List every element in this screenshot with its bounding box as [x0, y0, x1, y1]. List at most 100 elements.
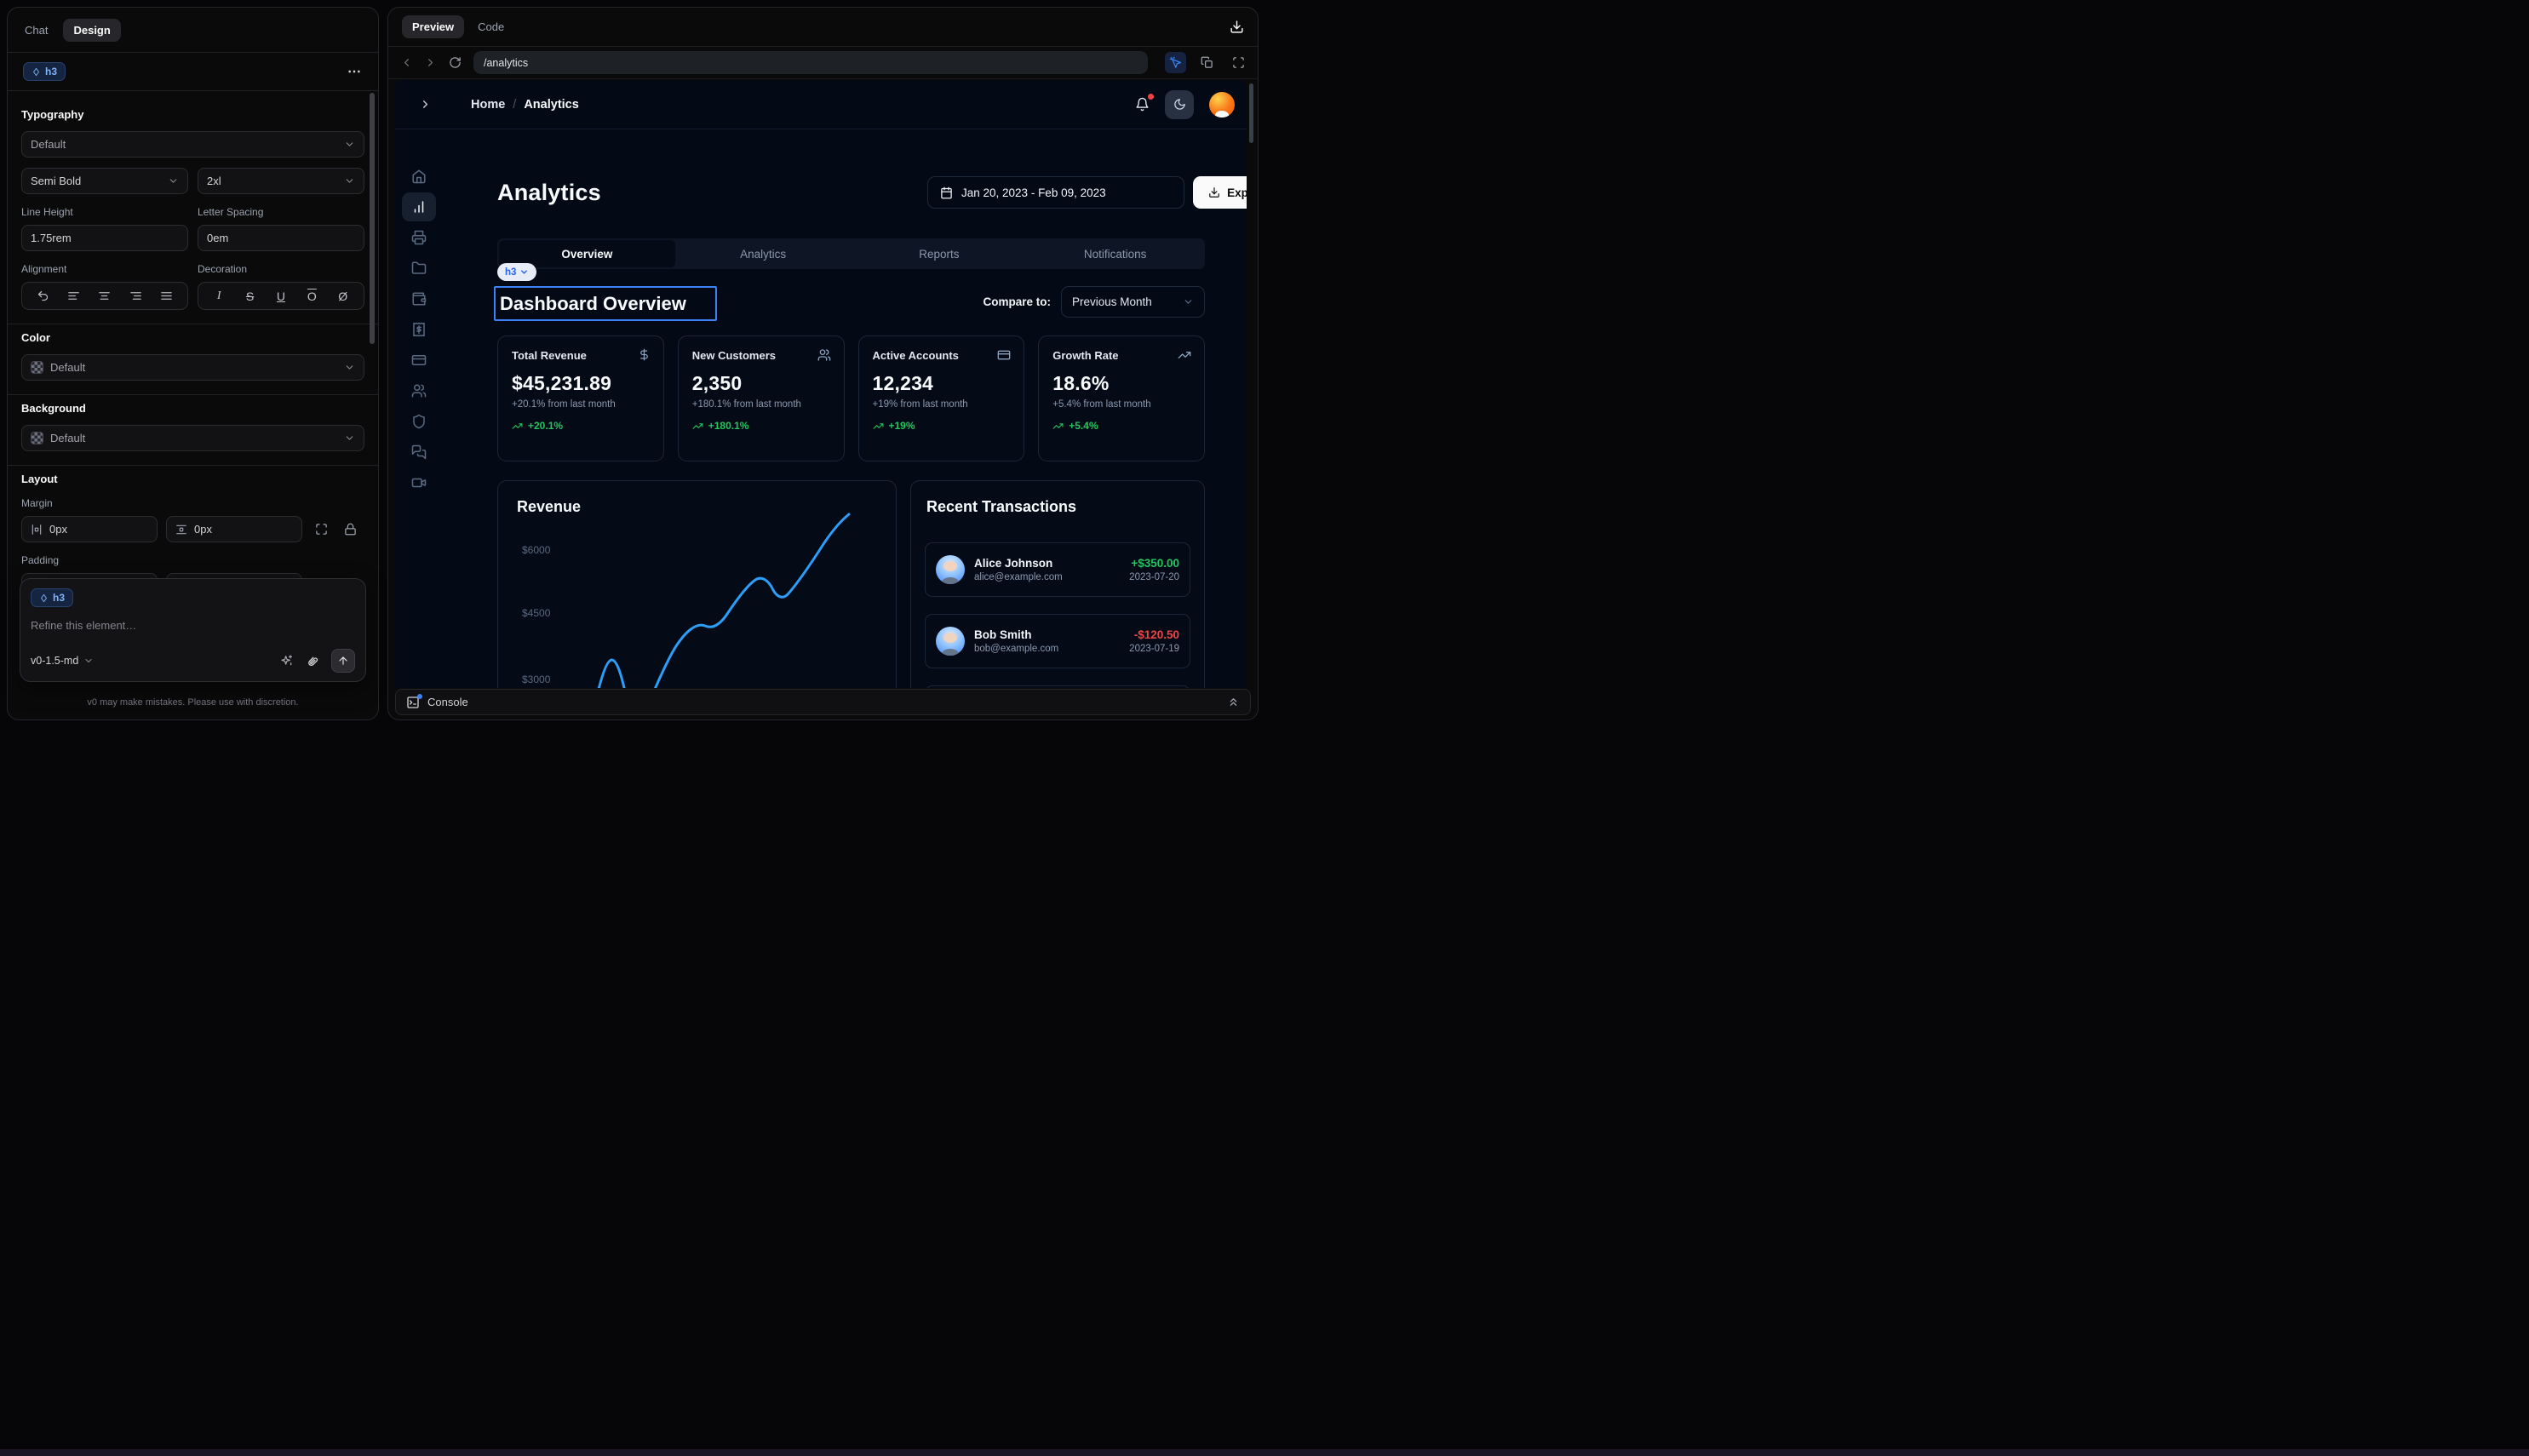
chevron-left-icon: [400, 56, 413, 69]
preview-panel: Preview Code /analytics Home / Analytics: [387, 7, 1259, 720]
theme-toggle-button[interactable]: [1165, 90, 1194, 119]
font-size-select[interactable]: 2xl: [198, 168, 364, 194]
font-family-select[interactable]: Default: [21, 131, 364, 158]
refresh-button[interactable]: [444, 56, 465, 69]
background-select[interactable]: Default: [21, 425, 364, 451]
overline-icon[interactable]: O: [301, 289, 323, 303]
stat-card-growth-rate[interactable]: Growth Rate 18.6% +5.4% from last month …: [1038, 335, 1205, 461]
divider: [8, 465, 378, 466]
breadcrumb: Home / Analytics: [471, 98, 579, 112]
chevrons-up-icon[interactable]: [1227, 696, 1240, 708]
wallet-icon[interactable]: [411, 291, 427, 307]
date-range-button[interactable]: Jan 20, 2023 - Feb 09, 2023: [927, 176, 1184, 209]
compare-select[interactable]: Previous Month: [1061, 286, 1205, 318]
notifications-button[interactable]: [1135, 97, 1150, 112]
stat-cards: Total Revenue $45,231.89 +20.1% from las…: [497, 335, 1205, 461]
sidebar-expand-button[interactable]: [419, 98, 432, 111]
calendar-icon: [940, 186, 953, 199]
expand-margin-icon[interactable]: [311, 519, 331, 540]
undo-icon[interactable]: [32, 285, 54, 307]
strikethrough-icon[interactable]: S: [239, 289, 261, 303]
element-tag-label: h3: [505, 267, 516, 278]
underline-icon[interactable]: U: [270, 289, 292, 303]
trending-up-icon: [512, 421, 523, 432]
lock-margin-icon[interactable]: [340, 519, 360, 540]
shield-icon[interactable]: [411, 414, 427, 429]
stat-card-active-accounts[interactable]: Active Accounts 12,234 +19% from last mo…: [858, 335, 1025, 461]
fullscreen-button[interactable]: [1228, 52, 1249, 73]
margin-horizontal-icon: [31, 524, 43, 536]
forward-button[interactable]: [421, 56, 439, 69]
breadcrumb-separator: /: [513, 98, 516, 112]
design-panel: Chat Design h3 ⋯ Typography Default Semi…: [7, 7, 379, 720]
home-icon[interactable]: [411, 169, 427, 184]
composer-input[interactable]: Refine this element…: [31, 619, 355, 632]
transaction-name: Bob Smith: [974, 628, 1120, 641]
transaction-row[interactable]: Bob Smith bob@example.com -$120.50 2023-…: [925, 614, 1190, 668]
folder-icon[interactable]: [411, 261, 427, 276]
decoration-label: Decoration: [198, 263, 364, 275]
user-avatar[interactable]: [1209, 92, 1235, 118]
chevron-down-icon: [344, 139, 355, 150]
tab-reports[interactable]: Reports: [852, 240, 1028, 267]
back-button[interactable]: [397, 56, 416, 69]
italic-icon[interactable]: I: [208, 289, 230, 303]
transaction-row[interactable]: Alice Johnson alice@example.com +$350.00…: [925, 542, 1190, 597]
preview-scrollbar[interactable]: [1249, 83, 1253, 143]
tab-preview[interactable]: Preview: [402, 15, 464, 38]
dashboard-tabs: Overview Analytics Reports Notifications: [497, 238, 1205, 269]
chevron-down-icon: [519, 267, 529, 277]
users-icon[interactable]: [411, 383, 427, 398]
send-button[interactable]: [331, 649, 355, 673]
line-height-input[interactable]: 1.75rem: [21, 225, 188, 251]
composer-element-badge[interactable]: h3: [31, 588, 73, 607]
padding-label: Padding: [21, 554, 364, 566]
duplicate-button[interactable]: [1196, 52, 1218, 73]
messages-icon[interactable]: [411, 444, 427, 460]
tab-chat[interactable]: Chat: [25, 24, 48, 37]
printer-icon[interactable]: [411, 230, 427, 245]
more-menu-button[interactable]: ⋯: [347, 63, 363, 80]
sparkles-icon[interactable]: [280, 654, 294, 668]
video-icon[interactable]: [411, 475, 427, 490]
font-weight-select[interactable]: Semi Bold: [21, 168, 188, 194]
tab-design[interactable]: Design: [63, 19, 120, 42]
export-data-button[interactable]: Export Data: [1193, 176, 1247, 209]
download-button[interactable]: [1230, 20, 1244, 34]
download-icon: [1208, 186, 1220, 198]
refresh-icon: [449, 56, 462, 69]
selection-outline[interactable]: Dashboard Overview: [494, 286, 717, 321]
credit-card-icon[interactable]: [411, 353, 427, 368]
console-bar[interactable]: Console: [395, 689, 1251, 715]
left-panel-scrollbar[interactable]: [370, 93, 375, 344]
url-bar[interactable]: /analytics: [473, 51, 1148, 74]
preview-toolbar: /analytics: [388, 47, 1258, 79]
selected-element-label: h3: [45, 66, 57, 77]
color-select[interactable]: Default: [21, 354, 364, 381]
letter-spacing-input[interactable]: 0em: [198, 225, 364, 251]
select-element-button[interactable]: [1165, 52, 1186, 73]
breadcrumb-home[interactable]: Home: [471, 98, 505, 112]
no-decoration-icon[interactable]: Ø: [332, 289, 354, 303]
margin-y-input[interactable]: 0px: [166, 516, 302, 542]
selected-element-badge[interactable]: h3: [23, 62, 66, 81]
model-selector[interactable]: v0-1.5-md: [31, 655, 94, 667]
tab-analytics[interactable]: Analytics: [675, 240, 852, 267]
align-center-icon[interactable]: [94, 285, 116, 307]
receipt-dollar-icon[interactable]: [411, 322, 427, 337]
element-tag-chip[interactable]: h3: [497, 263, 536, 281]
tab-code[interactable]: Code: [478, 20, 504, 33]
align-right-icon[interactable]: [124, 285, 146, 307]
align-justify-icon[interactable]: [156, 285, 178, 307]
margin-x-input[interactable]: 0px: [21, 516, 158, 542]
chevron-down-icon: [344, 362, 355, 373]
stat-value: 2,350: [692, 372, 830, 395]
align-left-icon[interactable]: [63, 285, 85, 307]
alignment-label: Alignment: [21, 263, 188, 275]
bar-chart-icon[interactable]: [411, 199, 427, 215]
transaction-row[interactable]: [925, 685, 1190, 688]
stat-card-new-customers[interactable]: New Customers 2,350 +180.1% from last mo…: [678, 335, 845, 461]
paperclip-icon[interactable]: [306, 654, 319, 668]
tab-notifications[interactable]: Notifications: [1027, 240, 1203, 267]
stat-card-total-revenue[interactable]: Total Revenue $45,231.89 +20.1% from las…: [497, 335, 664, 461]
